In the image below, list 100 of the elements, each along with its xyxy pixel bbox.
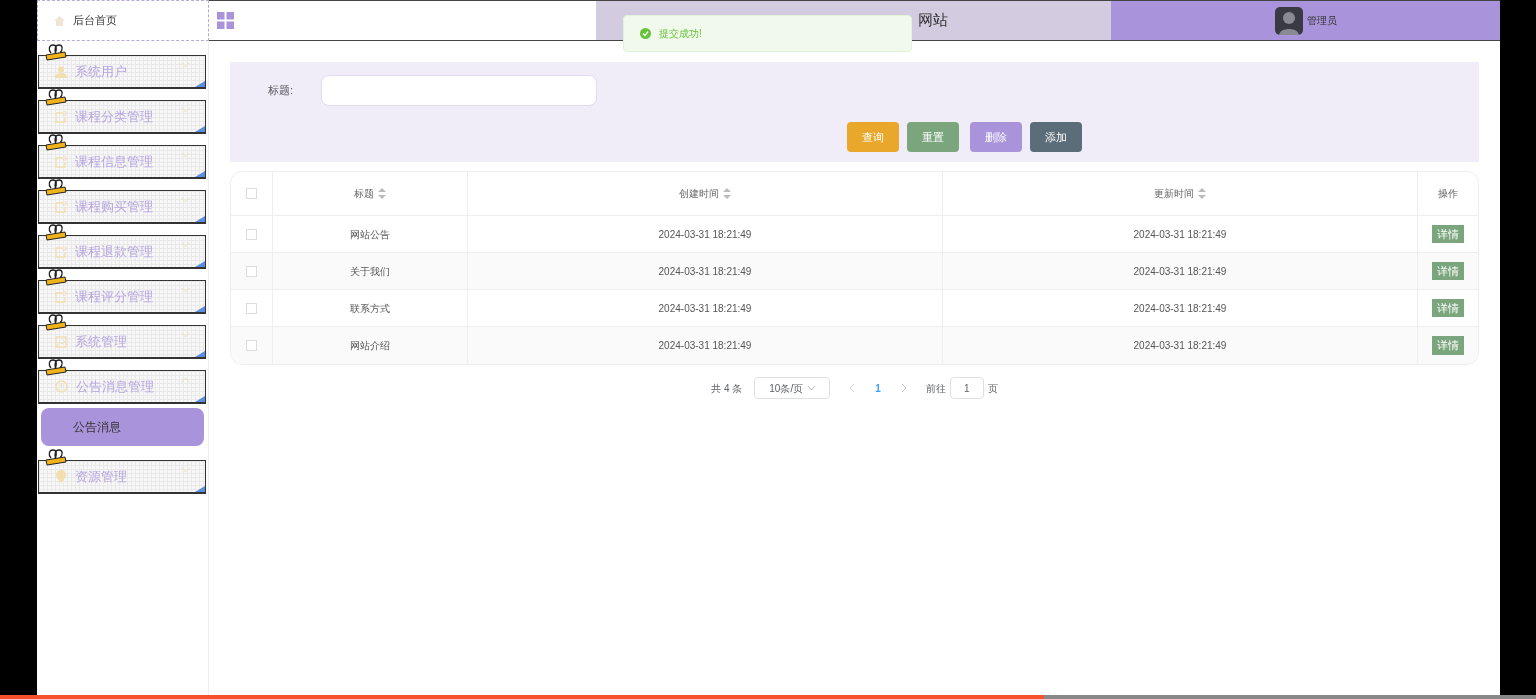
home-label: 后台首页 xyxy=(73,13,117,29)
column-header[interactable]: 创建时间 xyxy=(468,172,943,215)
title-input[interactable] xyxy=(321,75,598,106)
header-label: 更新时间 xyxy=(1154,187,1194,201)
menu-item[interactable]: 系统管理 xyxy=(38,325,206,359)
folded-corner-icon xyxy=(195,81,205,87)
binder-clip-icon xyxy=(45,314,67,331)
document-icon xyxy=(55,110,67,123)
page-size-select[interactable]: 10条/页 xyxy=(754,377,831,399)
previous-page-icon[interactable] xyxy=(850,384,856,392)
menu-item[interactable]: 课程退款管理 xyxy=(38,235,206,269)
table-cell-text: 网站公告 xyxy=(350,227,390,242)
document-icon xyxy=(55,245,67,258)
menu-label: 课程评分管理 xyxy=(75,287,153,306)
pin-icon xyxy=(55,470,67,483)
avatar-icon[interactable] xyxy=(1274,6,1303,35)
header-label: 操作 xyxy=(1438,187,1458,201)
action-button[interactable]: 添加 xyxy=(1030,122,1082,152)
row-checkbox[interactable] xyxy=(246,228,257,240)
next-page-icon[interactable] xyxy=(900,384,906,392)
menu-item[interactable]: 课程评分管理 xyxy=(38,280,206,314)
details-button[interactable]: 详情 xyxy=(1432,224,1464,244)
action-button[interactable]: 删除 xyxy=(970,122,1022,152)
row-checkbox[interactable] xyxy=(246,302,257,314)
header-label: 创建时间 xyxy=(679,187,719,201)
details-button[interactable]: 详情 xyxy=(1432,298,1464,318)
image-icon xyxy=(55,335,67,348)
user-name[interactable]: 管理员 xyxy=(1306,13,1337,28)
select-all-checkbox[interactable] xyxy=(246,188,257,199)
document-icon xyxy=(55,200,67,213)
header-label: 标题 xyxy=(354,187,374,201)
menu-label: 资源管理 xyxy=(75,467,127,486)
chevron-down-icon xyxy=(181,467,190,473)
folded-corner-icon xyxy=(195,396,205,402)
column-header[interactable]: 更新时间 xyxy=(943,172,1418,215)
menu-label: 系统用户 xyxy=(75,62,127,81)
row-checkbox[interactable] xyxy=(246,340,257,351)
binder-clip-icon xyxy=(45,89,67,106)
menu-label: 课程退款管理 xyxy=(75,242,153,261)
folded-corner-icon xyxy=(195,351,205,357)
sort-icon[interactable] xyxy=(1198,188,1206,199)
menu-label: 课程信息管理 xyxy=(75,152,153,171)
menu-label: 公告消息管理 xyxy=(76,377,154,396)
table-cell-text: 2024-03-31 18:21:49 xyxy=(658,339,752,353)
chevron-down-icon xyxy=(181,242,190,248)
table-cell-text: 2024-03-31 18:21:49 xyxy=(658,264,752,279)
page-unit-label: 页 xyxy=(987,381,998,396)
menu-item[interactable]: 系统用户 xyxy=(38,55,206,89)
chevron-down-icon xyxy=(181,332,190,338)
toast-message: 提交成功! xyxy=(659,27,702,41)
chevron-up-icon xyxy=(181,377,190,383)
action-button[interactable]: 查询 xyxy=(847,122,899,152)
grid-menu-icon[interactable] xyxy=(217,12,234,29)
action-button[interactable]: 重置 xyxy=(907,122,959,152)
folded-corner-icon xyxy=(195,486,205,492)
column-header[interactable]: 操作 xyxy=(1418,172,1478,215)
binder-clip-icon xyxy=(45,179,67,196)
details-button[interactable]: 详情 xyxy=(1432,261,1464,281)
menu-item[interactable]: 公告消息管理 xyxy=(38,370,206,404)
menu-label: 课程购买管理 xyxy=(75,197,153,216)
page-number[interactable]: 1 xyxy=(875,380,881,396)
table-cell-text: 2024-03-31 18:21:49 xyxy=(1133,339,1227,353)
details-button[interactable]: 详情 xyxy=(1432,336,1464,355)
folded-corner-icon xyxy=(195,171,205,177)
chevron-down-icon xyxy=(181,62,190,68)
binder-clip-icon xyxy=(45,134,67,151)
document-icon xyxy=(55,290,67,303)
binder-clip-icon xyxy=(45,359,67,376)
info-icon xyxy=(55,380,68,393)
menu-label: 系统管理 xyxy=(75,332,127,351)
binder-clip-icon xyxy=(45,44,67,61)
table-cell-text: 2024-03-31 18:21:49 xyxy=(658,301,752,316)
menu-item[interactable]: 资源管理 xyxy=(38,460,206,494)
user-icon xyxy=(55,65,67,78)
table-cell-text: 2024-03-31 18:21:49 xyxy=(1133,264,1227,279)
chevron-down-icon xyxy=(808,386,816,390)
home-icon xyxy=(54,15,65,26)
title-label: 标题: xyxy=(268,83,294,99)
check-circle-icon xyxy=(640,28,651,39)
folded-corner-icon xyxy=(195,261,205,267)
binder-clip-icon xyxy=(45,224,67,241)
chevron-down-icon xyxy=(181,107,190,113)
total-count: 共 4 条 xyxy=(711,381,743,396)
submenu-item[interactable]: 公告消息 xyxy=(41,408,204,446)
table-cell-text: 网站介绍 xyxy=(350,339,390,353)
menu-item[interactable]: 课程购买管理 xyxy=(38,190,206,224)
menu-item[interactable]: 课程信息管理 xyxy=(38,145,206,179)
sort-icon[interactable] xyxy=(723,188,731,199)
table-cell-text: 2024-03-31 18:21:49 xyxy=(658,227,752,242)
column-header[interactable]: 标题 xyxy=(273,172,468,215)
menu-item[interactable]: 课程分类管理 xyxy=(38,100,206,134)
sort-icon[interactable] xyxy=(378,188,386,199)
menu-label: 课程分类管理 xyxy=(75,107,153,126)
row-checkbox[interactable] xyxy=(246,265,257,277)
goto-page-field[interactable]: 1 xyxy=(949,377,984,399)
chevron-down-icon xyxy=(181,287,190,293)
folded-corner-icon xyxy=(195,126,205,132)
site-title: 网站 xyxy=(918,10,948,31)
table-cell-text: 关于我们 xyxy=(350,264,390,279)
binder-clip-icon xyxy=(45,269,67,286)
